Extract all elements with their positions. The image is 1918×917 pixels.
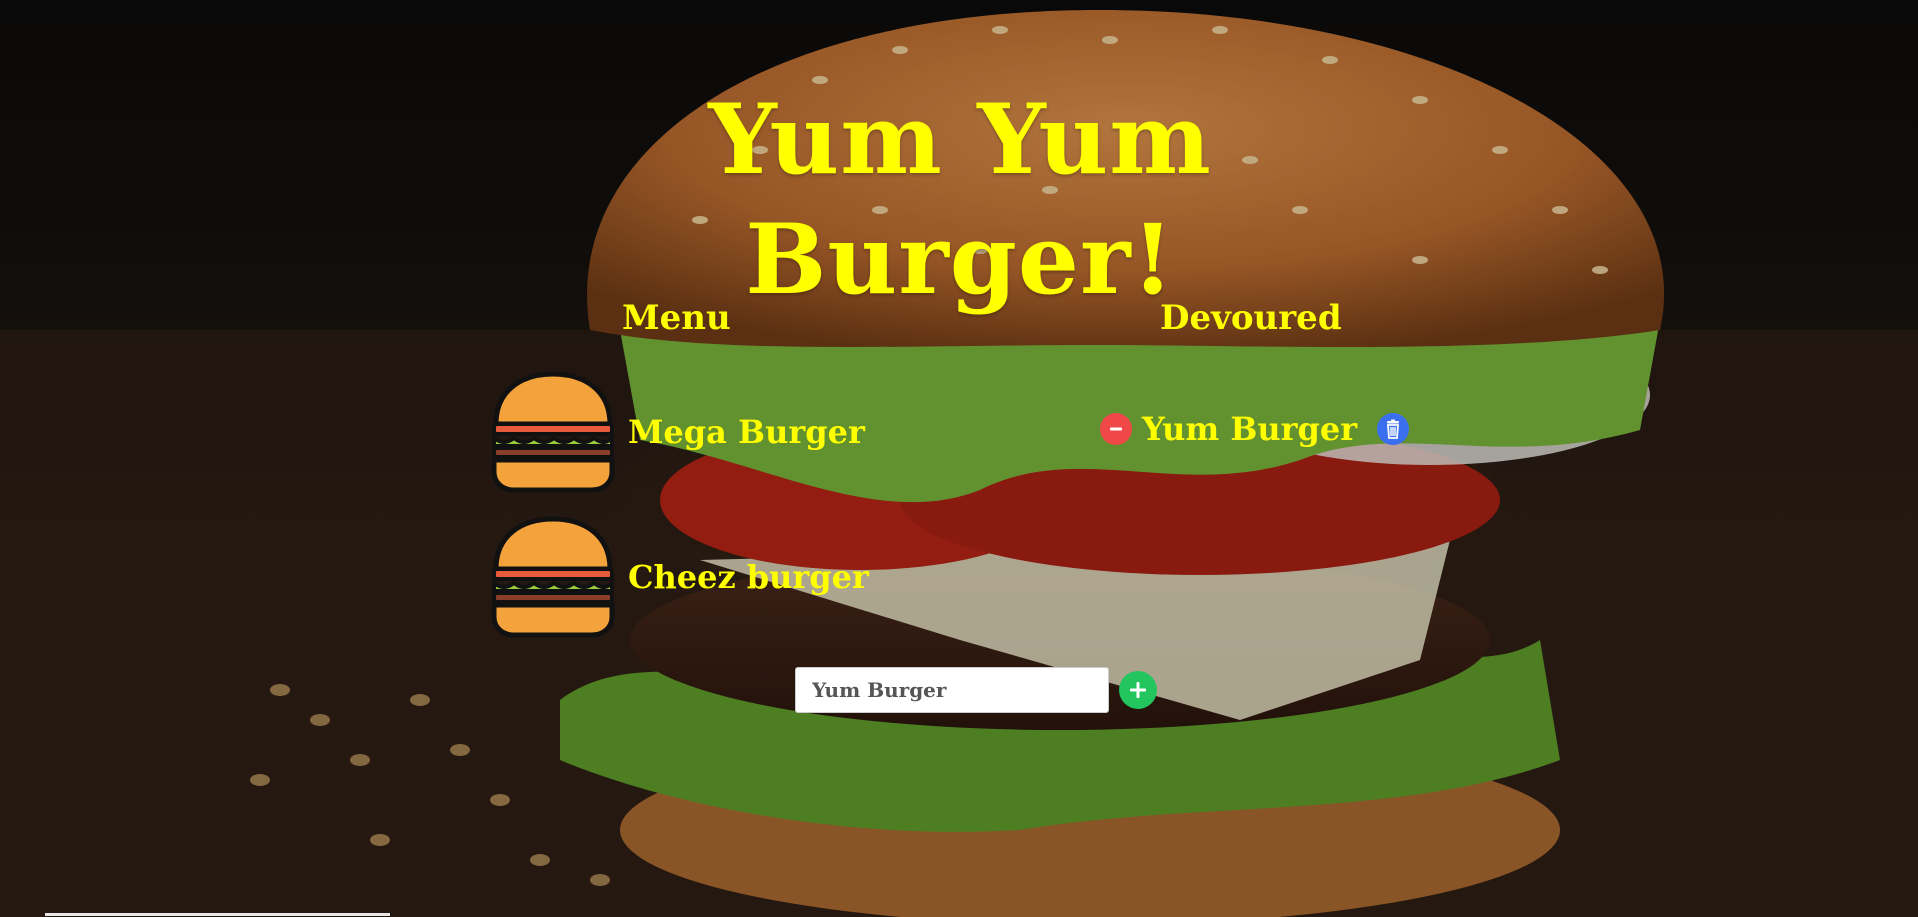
minus-circle-icon — [1110, 427, 1122, 431]
trash-icon — [1387, 419, 1400, 439]
menu-heading: Menu — [622, 298, 731, 338]
remove-button[interactable] — [1100, 413, 1132, 445]
scrollbar-indicator — [45, 913, 390, 916]
menu-item-cheez-burger[interactable]: Cheez burger — [488, 515, 869, 639]
devoured-heading: Devoured — [1160, 298, 1342, 338]
delete-button[interactable] — [1377, 413, 1410, 445]
app-root: Yum Yum Burger! Menu Devoured Mega Burge… — [0, 0, 1918, 917]
menu-item-label: Cheez burger — [628, 558, 869, 596]
add-button[interactable] — [1119, 671, 1157, 709]
burger-icon — [491, 371, 615, 493]
burger-icon — [491, 516, 615, 638]
add-burger-form — [795, 667, 1157, 713]
devoured-item-yum-burger: Yum Burger — [1100, 410, 1410, 448]
menu-item-label: Mega Burger — [628, 413, 865, 451]
plus-circle-icon — [1130, 682, 1146, 698]
page-title: Yum Yum Burger! — [708, 83, 1212, 316]
devoured-item-label: Yum Burger — [1142, 410, 1358, 448]
menu-item-mega-burger[interactable]: Mega Burger — [488, 370, 865, 494]
burger-name-input[interactable] — [795, 667, 1109, 713]
